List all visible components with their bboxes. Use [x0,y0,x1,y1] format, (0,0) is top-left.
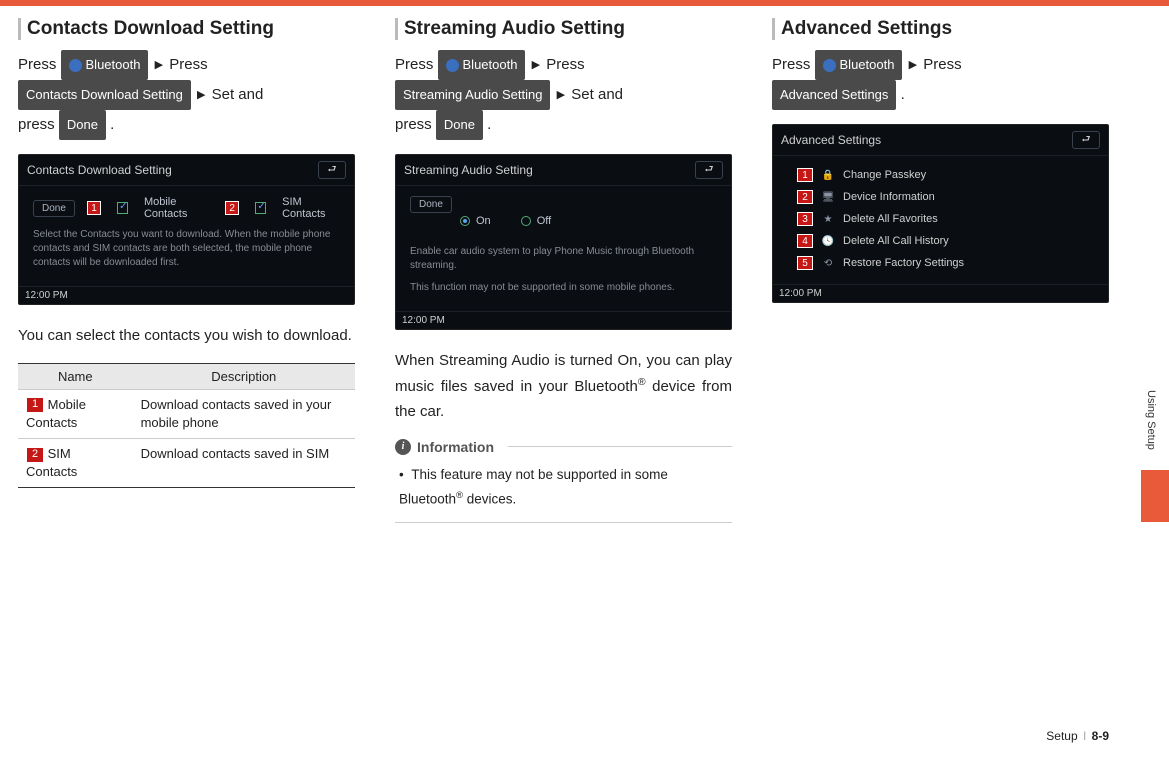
menu-chip: Contacts Download Setting [18,80,191,110]
radio-on-icon[interactable] [460,216,470,226]
callout-2: 2 [225,201,239,215]
help-text: Enable car audio system to play Phone Mu… [410,245,717,273]
help-text: Select the Contacts you want to download… [33,228,340,270]
side-color-block [1141,470,1169,522]
text: Press [18,56,56,73]
table-cell: Download contacts saved in SIM [133,438,355,487]
radio-off-icon[interactable] [521,216,531,226]
arrow-icon: ▶ [153,54,165,76]
table-cell: Download contacts saved in your mobile p… [133,389,355,438]
section-heading: Contacts Download Setting [18,18,355,40]
text: press [395,116,432,133]
screen-title: Streaming Audio Setting [404,163,533,177]
checkbox-icon[interactable] [255,202,266,214]
done-button[interactable]: Done [33,200,75,217]
side-tab: Using Setup [1133,390,1169,530]
text: Press [395,56,433,73]
info-title: Information [417,439,494,455]
back-icon: ⮐ [1072,131,1100,149]
option-off[interactable]: Off [537,215,551,227]
page-number: 8-9 [1092,729,1109,743]
option-sim-contacts[interactable]: SIM Contacts [282,196,340,220]
history-icon: 🕓 [821,234,835,248]
lock-icon: 🔒 [821,168,835,182]
arrow-icon: ▶ [907,54,919,76]
star-icon: ★ [821,212,835,226]
menu-chip: Advanced Settings [772,80,896,110]
footer-section: Setup [1046,729,1077,743]
menu-chip: Streaming Audio Setting [395,80,550,110]
instruction-text: Press Bluetooth ▶ Press Advanced Setting… [772,50,1109,110]
text: Press [546,56,584,73]
bluetooth-chip: Bluetooth [438,50,526,80]
menu-delete-favorites[interactable]: Delete All Favorites [843,213,938,225]
screen-title: Contacts Download Setting [27,163,172,177]
information-heading: i Information [395,439,732,455]
screenshot-contacts-download: Contacts Download Setting ⮐ Done 1 Mobil… [18,154,355,305]
done-chip: Done [59,110,106,140]
menu-restore-factory[interactable]: Restore Factory Settings [843,257,964,269]
device-icon: 🖥 [821,190,835,204]
info-bullet: • This feature may not be supported in s… [395,463,732,523]
text: . [110,116,114,133]
done-button[interactable]: Done [410,196,452,213]
side-label: Using Setup [1145,390,1157,450]
page-footer: Setup I 8-9 [1046,729,1109,743]
restore-icon: ⟲ [821,256,835,270]
screen-title: Advanced Settings [781,133,881,147]
callout-3: 3 [797,212,813,226]
text: Set and [212,86,264,103]
legend-table: Name Description 1 Mobile Contacts Downl… [18,363,355,489]
bluetooth-chip: Bluetooth [815,50,903,80]
done-chip: Done [436,110,483,140]
text: Press [169,56,207,73]
back-icon: ⮐ [695,161,723,179]
callout-1: 1 [797,168,813,182]
section-heading: Advanced Settings [772,18,1109,40]
back-icon: ⮐ [318,161,346,179]
arrow-icon: ▶ [555,84,567,106]
instruction-text: Press Bluetooth ▶ Press Contacts Downloa… [18,50,355,140]
callout-1: 1 [87,201,101,215]
table-header-desc: Description [133,363,355,389]
callout-5: 5 [797,256,813,270]
menu-device-info[interactable]: Device Information [843,191,935,203]
screenshot-advanced-settings: Advanced Settings ⮐ 1 🔒 Change Passkey 2 🖥 D… [772,124,1109,303]
text: Press [772,56,810,73]
callout-2: 2 [26,447,44,463]
menu-delete-call-history[interactable]: Delete All Call History [843,235,949,247]
callout-4: 4 [797,234,813,248]
clock: 12:00 PM [396,311,731,329]
arrow-icon: ▶ [530,54,542,76]
text: . [487,116,491,133]
instruction-text: Press Bluetooth ▶ Press Streaming Audio … [395,50,732,140]
text: Press [923,56,961,73]
text: Set and [571,86,623,103]
clock: 12:00 PM [19,286,354,304]
callout-2: 2 [797,190,813,204]
arrow-icon: ▶ [195,84,207,106]
help-text: This function may not be supported in so… [410,281,717,295]
clock: 12:00 PM [773,284,1108,302]
table-header-name: Name [18,363,133,389]
bluetooth-chip: Bluetooth [61,50,149,80]
menu-change-passkey[interactable]: Change Passkey [843,169,926,181]
text: . [901,86,905,103]
callout-1: 1 [26,397,44,413]
body-text: When Streaming Audio is turned On, you c… [395,348,732,425]
screenshot-streaming-audio: Streaming Audio Setting ⮐ Done On Off En… [395,154,732,330]
body-text: You can select the contacts you wish to … [18,323,355,349]
checkbox-icon[interactable] [117,202,128,214]
option-mobile-contacts[interactable]: Mobile Contacts [144,196,213,220]
option-on[interactable]: On [476,215,491,227]
text: press [18,116,55,133]
section-heading: Streaming Audio Setting [395,18,732,40]
info-icon: i [395,439,411,455]
